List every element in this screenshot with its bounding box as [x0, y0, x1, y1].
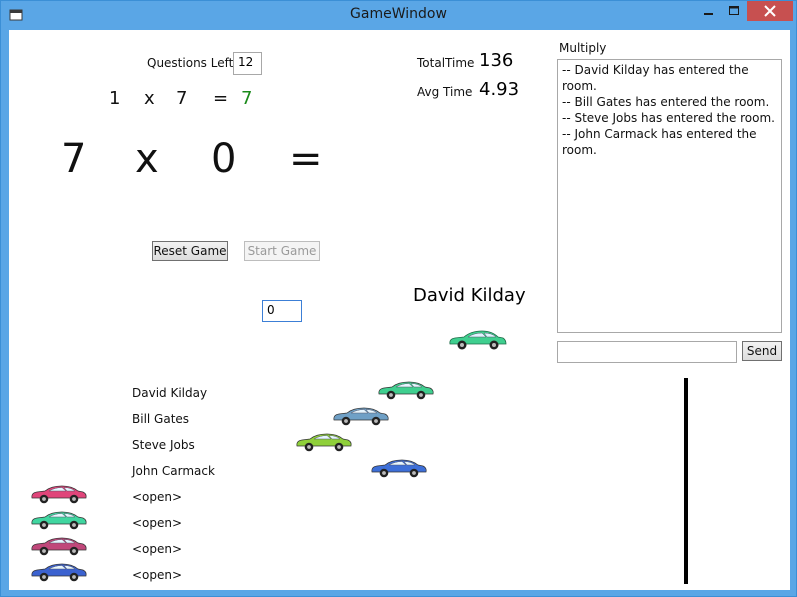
race-car-icon	[296, 433, 352, 452]
current-equals: =	[289, 136, 323, 182]
avg-time-value: 4.93	[479, 79, 520, 100]
chat-log: -- David Kilday has entered the room. --…	[557, 59, 782, 333]
current-operand-b: 0	[211, 136, 237, 182]
race-car-icon	[31, 485, 87, 504]
race-player-name: David Kilday	[132, 386, 208, 400]
current-player-car-icon	[449, 330, 507, 350]
current-player-name: David Kilday	[413, 285, 526, 306]
game-window: GameWindow Questions Left 12 TotalTime 1…	[0, 0, 797, 597]
race-car-icon	[378, 381, 434, 400]
current-operand-a: 7	[61, 136, 87, 182]
previous-operator: x	[144, 88, 155, 109]
chat-input[interactable]	[557, 341, 737, 363]
chat-message: -- David Kilday has entered the room.	[562, 63, 749, 93]
chat-room-title: Multiply	[559, 41, 607, 55]
window-title: GameWindow	[350, 6, 447, 22]
total-time-value: 136	[479, 50, 514, 71]
reset-game-button[interactable]: Reset Game	[152, 241, 228, 261]
title-bar[interactable]: GameWindow	[1, 1, 796, 30]
race-car-icon	[333, 407, 389, 426]
total-time-label: TotalTime	[417, 56, 475, 70]
previous-equals: =	[213, 88, 229, 109]
client-area: Questions Left 12 TotalTime 136 Avg Time…	[9, 30, 790, 590]
race-player-name: <open>	[132, 490, 183, 504]
maximize-icon[interactable]	[721, 1, 747, 21]
previous-operand-b: 7	[176, 88, 188, 109]
answer-input[interactable]: 0	[262, 300, 302, 322]
race-player-name: Bill Gates	[132, 412, 190, 426]
questions-left-field: 12	[233, 52, 262, 75]
chat-message: -- John Carmack has entered the room.	[562, 127, 757, 157]
minimize-icon[interactable]	[695, 1, 721, 21]
race-player-name: John Carmack	[132, 464, 215, 478]
current-operator: x	[135, 136, 159, 182]
race-player-name: <open>	[132, 516, 183, 530]
send-button[interactable]: Send	[742, 341, 782, 361]
close-icon[interactable]	[747, 1, 793, 21]
race-player-name: Steve Jobs	[132, 438, 195, 452]
race-player-name: <open>	[132, 568, 183, 582]
questions-left-label: Questions Left	[147, 56, 234, 70]
race-car-icon	[31, 511, 87, 530]
chat-message: -- Bill Gates has entered the room.	[562, 95, 770, 109]
avg-time-label: Avg Time	[417, 85, 473, 99]
previous-answer: 7	[241, 88, 253, 109]
finish-line	[684, 378, 688, 584]
race-car-icon	[371, 459, 427, 478]
race-player-name: <open>	[132, 542, 183, 556]
previous-operand-a: 1	[109, 88, 121, 109]
chat-message: -- Steve Jobs has entered the room.	[562, 111, 775, 125]
race-car-icon	[31, 537, 87, 556]
start-game-button[interactable]: Start Game	[244, 241, 320, 261]
race-car-icon	[31, 563, 87, 582]
